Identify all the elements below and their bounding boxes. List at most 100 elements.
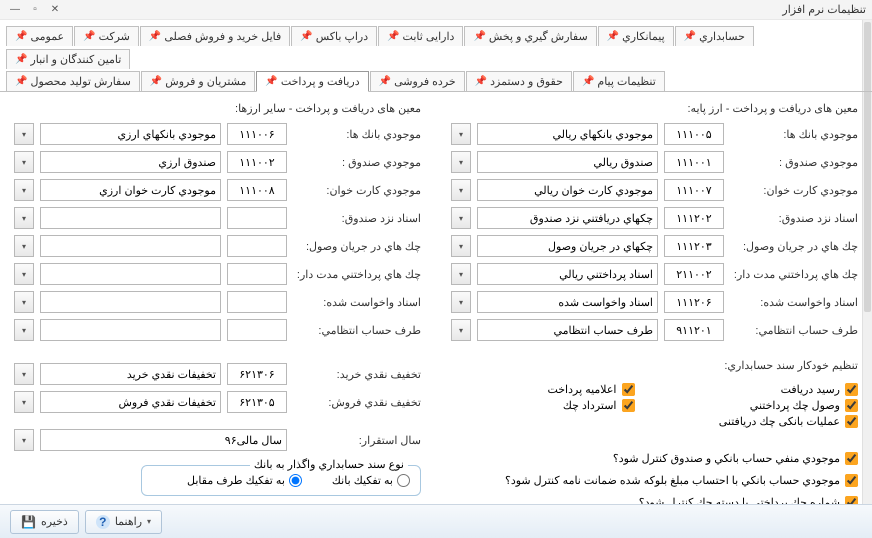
base-code-5[interactable] xyxy=(664,263,724,285)
dropdown-icon[interactable]: ▾ xyxy=(451,179,471,201)
tab-حقوق و دستمزد[interactable]: حقوق و دستمزد📌 xyxy=(466,71,572,91)
save-button[interactable]: 💾 ذخیره xyxy=(10,510,79,534)
dropdown-icon[interactable]: ▾ xyxy=(451,291,471,313)
other-desc-7[interactable] xyxy=(40,319,221,341)
base-code-1[interactable] xyxy=(664,151,724,173)
tab-فایل خرید و فروش فصلی[interactable]: فایل خرید و فروش فصلی📌 xyxy=(140,26,290,46)
radio-opt-0[interactable]: به تفكيك بانك xyxy=(332,474,410,487)
minimize-icon[interactable]: ― xyxy=(6,3,24,17)
base-desc-3[interactable] xyxy=(477,207,658,229)
base-code-4[interactable] xyxy=(664,235,724,257)
base-code-7[interactable] xyxy=(664,319,724,341)
radio-bank[interactable] xyxy=(397,474,410,487)
auto-check-0[interactable] xyxy=(845,383,858,396)
base-desc-6[interactable] xyxy=(477,291,658,313)
tab-دریافت و پرداخت[interactable]: دریافت و پرداخت📌 xyxy=(256,71,368,92)
pin-icon: 📌 xyxy=(15,54,27,65)
auto-check-3[interactable] xyxy=(622,383,635,396)
discount-desc-0[interactable] xyxy=(40,363,221,385)
auto-check-2[interactable] xyxy=(845,415,858,428)
other-desc-0[interactable] xyxy=(40,123,221,145)
pin-icon: 📌 xyxy=(582,76,594,87)
close-icon[interactable]: ✕ xyxy=(46,3,64,17)
other-code-5[interactable] xyxy=(227,263,287,285)
other-code-7[interactable] xyxy=(227,319,287,341)
base-code-6[interactable] xyxy=(664,291,724,313)
pin-icon: 📌 xyxy=(475,76,487,87)
dropdown-icon[interactable]: ▾ xyxy=(14,429,34,451)
dropdown-icon[interactable]: ▾ xyxy=(451,319,471,341)
dropdown-icon[interactable]: ▾ xyxy=(451,263,471,285)
other-label-3: اسناد نزد صندوق: xyxy=(293,212,421,225)
dropdown-icon[interactable]: ▾ xyxy=(14,263,34,285)
base-code-0[interactable] xyxy=(664,123,724,145)
maximize-icon[interactable]: ▫ xyxy=(26,3,44,17)
tab-پیمانکاري[interactable]: پیمانکاري📌 xyxy=(598,26,674,46)
other-code-1[interactable] xyxy=(227,151,287,173)
other-code-4[interactable] xyxy=(227,235,287,257)
base-code-2[interactable] xyxy=(664,179,724,201)
radio-counter[interactable] xyxy=(289,474,302,487)
base-desc-1[interactable] xyxy=(477,151,658,173)
base-desc-7[interactable] xyxy=(477,319,658,341)
doc-type-group: نوع سند حسابداري واگذار به بانك به تفكيك… xyxy=(141,465,421,496)
tab-تنظیمات پیام[interactable]: تنظیمات پیام📌 xyxy=(573,71,665,91)
dropdown-icon[interactable]: ▾ xyxy=(451,207,471,229)
dropdown-icon[interactable]: ▾ xyxy=(14,391,34,413)
auto-check-4[interactable] xyxy=(622,399,635,412)
other-desc-2[interactable] xyxy=(40,179,221,201)
discount-label-0: تخفيف نقدي خريد: xyxy=(293,368,421,381)
tab-خرده فروشی[interactable]: خرده فروشی📌 xyxy=(370,71,465,91)
dropdown-icon[interactable]: ▾ xyxy=(14,235,34,257)
tab-label: حقوق و دستمزد xyxy=(490,75,563,88)
extra-check-1[interactable] xyxy=(845,474,858,487)
base-desc-0[interactable] xyxy=(477,123,658,145)
radio-opt-1[interactable]: به تفكيك طرف مقابل xyxy=(187,474,302,487)
tab-دراپ باکس[interactable]: دراپ باکس📌 xyxy=(291,26,377,46)
pin-icon: 📌 xyxy=(15,76,27,87)
base-code-3[interactable] xyxy=(664,207,724,229)
help-button[interactable]: ? راهنما ▾ xyxy=(85,510,162,534)
other-code-3[interactable] xyxy=(227,207,287,229)
other-code-6[interactable] xyxy=(227,291,287,313)
discount-code-1[interactable] xyxy=(227,391,287,413)
base-desc-4[interactable] xyxy=(477,235,658,257)
tab-حسابداري[interactable]: حسابداري📌 xyxy=(675,26,754,46)
other-desc-1[interactable] xyxy=(40,151,221,173)
other-label-4: چك هاي در جريان وصول: xyxy=(293,240,421,253)
discount-desc-1[interactable] xyxy=(40,391,221,413)
tab-تامین کنندگان و انبار[interactable]: تامین کنندگان و انبار📌 xyxy=(6,49,130,69)
tab-مشتریان و فروش[interactable]: مشتریان و فروش📌 xyxy=(141,71,256,91)
auto-check-1[interactable] xyxy=(845,399,858,412)
year-label: سال استقرار: xyxy=(293,434,421,447)
tab-سفارش گیري و پخش[interactable]: سفارش گیري و پخش📌 xyxy=(464,26,596,46)
other-desc-4[interactable] xyxy=(40,235,221,257)
tab-شرکت[interactable]: شرکت📌 xyxy=(74,26,139,46)
tab-سفارش تولید محصول[interactable]: سفارش تولید محصول📌 xyxy=(6,71,140,91)
tab-دارایی ثابت[interactable]: دارایی ثابت📌 xyxy=(378,26,463,46)
other-code-0[interactable] xyxy=(227,123,287,145)
dropdown-icon[interactable]: ▾ xyxy=(451,235,471,257)
other-desc-5[interactable] xyxy=(40,263,221,285)
dropdown-icon[interactable]: ▾ xyxy=(451,151,471,173)
other-code-2[interactable] xyxy=(227,179,287,201)
base-label-7: طرف حساب انتظامي: xyxy=(730,324,858,337)
dropdown-icon[interactable]: ▾ xyxy=(451,123,471,145)
base-desc-2[interactable] xyxy=(477,179,658,201)
other-desc-6[interactable] xyxy=(40,291,221,313)
tab-عمومی[interactable]: عمومی📌 xyxy=(6,26,73,46)
dropdown-icon[interactable]: ▾ xyxy=(14,151,34,173)
dropdown-icon[interactable]: ▾ xyxy=(14,179,34,201)
auto-check-label-0: رسید دریافت xyxy=(781,383,840,396)
discount-code-0[interactable] xyxy=(227,363,287,385)
other-desc-3[interactable] xyxy=(40,207,221,229)
base-desc-5[interactable] xyxy=(477,263,658,285)
base-label-1: موجودي صندوق : xyxy=(730,156,858,169)
dropdown-icon[interactable]: ▾ xyxy=(14,291,34,313)
dropdown-icon[interactable]: ▾ xyxy=(14,319,34,341)
extra-check-0[interactable] xyxy=(845,452,858,465)
dropdown-icon[interactable]: ▾ xyxy=(14,207,34,229)
dropdown-icon[interactable]: ▾ xyxy=(14,363,34,385)
year-input[interactable] xyxy=(40,429,287,451)
dropdown-icon[interactable]: ▾ xyxy=(14,123,34,145)
